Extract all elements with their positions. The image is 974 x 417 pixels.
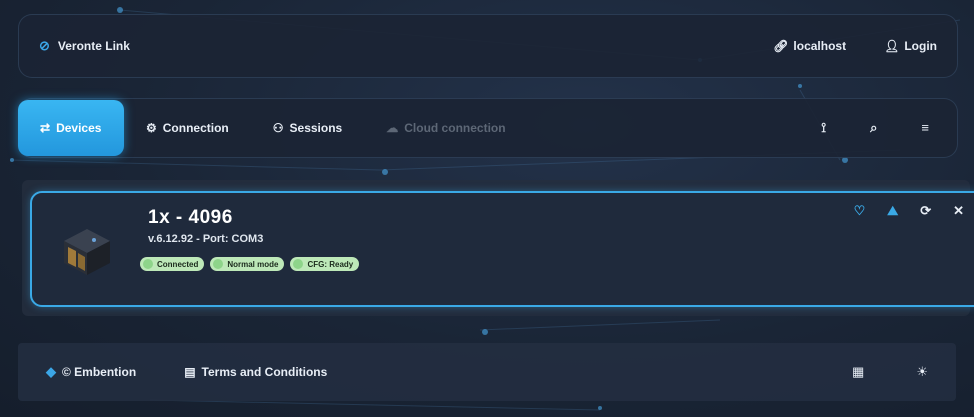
login-button[interactable]: 👤︎ Login <box>884 39 937 53</box>
embention-logo-icon: ◆ <box>46 364 56 379</box>
filter-icon[interactable]: ≡ <box>921 120 929 136</box>
company-link[interactable]: ◆ © Embention <box>46 364 136 380</box>
user-icon: 👤︎ <box>884 39 900 53</box>
tab-label: Cloud connection <box>404 121 506 135</box>
gear-icon: ⚙ <box>146 121 157 135</box>
status-dot <box>293 259 304 269</box>
terms-link[interactable]: ▤ Terms and Conditions <box>184 365 327 379</box>
veronte-logo-icon: ⊘ <box>39 38 50 53</box>
tab-connection[interactable]: ⚙ Connection <box>124 99 251 157</box>
status-badges: Connected Normal mode CFG: Ready <box>140 257 360 271</box>
tab-label: Devices <box>56 121 102 135</box>
device-list: 1x - 4096 v.6.12.92 - Port: COM3 Connect… <box>22 180 974 316</box>
device-card[interactable]: 1x - 4096 v.6.12.92 - Port: COM3 Connect… <box>30 191 974 307</box>
host-link[interactable]: 🔗︎ localhost <box>773 39 846 53</box>
tab-sessions[interactable]: ⚇ Sessions <box>251 99 364 157</box>
cloud-icon: ☁ <box>386 121 399 135</box>
brand[interactable]: ⊘ Veronte Link <box>39 38 130 54</box>
brand-label: Veronte Link <box>57 39 130 53</box>
badge-label: Connected <box>157 259 199 269</box>
status-badge-connected: Connected <box>140 257 205 271</box>
status-dot <box>143 259 153 269</box>
tab-label: Connection <box>162 121 229 135</box>
refresh-icon[interactable]: ⟳ <box>920 203 931 219</box>
tab-cloud-connection: ☁ Cloud connection <box>364 99 527 157</box>
top-bar: ⊘ Veronte Link 🔗︎ localhost 👤︎ Login <box>18 14 958 78</box>
close-icon[interactable]: ✕ <box>953 203 964 219</box>
device-title: 1x - 4096 <box>148 207 233 228</box>
host-label: localhost <box>793 39 847 53</box>
search-icon[interactable]: ⌕ <box>870 120 877 136</box>
brightness-icon[interactable]: ☀ <box>916 364 928 380</box>
sessions-icon: ⚇ <box>272 121 284 135</box>
status-badge-cfg: CFG: Ready <box>290 257 360 271</box>
swap-icon: ⇄ <box>40 121 51 135</box>
chart-icon[interactable]: ⛰ <box>887 203 898 219</box>
tab-devices[interactable]: ⇄ Devices <box>18 100 124 156</box>
company-label: © Embention <box>62 365 137 379</box>
document-icon: ▤ <box>184 365 196 379</box>
tab-label: Sessions <box>289 121 343 135</box>
status-dot <box>213 259 224 269</box>
grid-icon[interactable]: ▦ <box>852 364 864 380</box>
status-badge-mode: Normal mode <box>210 257 285 271</box>
antenna-icon[interactable]: ⟟ <box>821 120 826 136</box>
link-icon: 🔗︎ <box>773 39 789 53</box>
login-label: Login <box>904 39 937 53</box>
terms-label: Terms and Conditions <box>201 365 328 379</box>
badge-label: Normal mode <box>227 259 279 269</box>
badge-label: CFG: Ready <box>307 259 354 269</box>
device-subtitle: v.6.12.92 - Port: COM3 <box>148 233 264 245</box>
footer: ◆ © Embention ▤ Terms and Conditions ▦ ☀ <box>18 343 956 401</box>
heart-pulse-icon[interactable]: ♡ <box>854 203 866 219</box>
nav-bar: ⇄ Devices ⚙ Connection ⚇ Sessions ☁ Clou… <box>18 98 958 158</box>
device-image <box>64 229 110 275</box>
